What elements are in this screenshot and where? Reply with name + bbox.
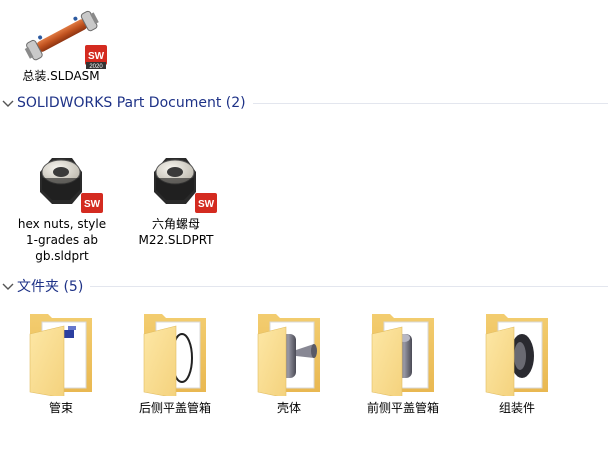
folder-shell-icon	[256, 308, 322, 399]
file-label: 六角螺母 M22.SLDPRT	[138, 217, 214, 247]
folder-item[interactable]: 壳体	[242, 302, 336, 420]
chevron-down-icon	[2, 100, 14, 107]
file-label: 总装.SLDASM	[22, 69, 100, 83]
folder-label: 壳体	[276, 401, 301, 415]
folder-item[interactable]: 组装件	[470, 302, 564, 420]
group-header-part-documents[interactable]: SOLIDWORKS Part Document (2)	[0, 92, 608, 114]
group-divider	[90, 285, 608, 287]
solidworks-badge-icon: SW	[194, 192, 218, 214]
folder-item[interactable]: 管束	[14, 302, 108, 420]
folder-tube-bundle-icon	[28, 308, 94, 399]
chevron-down-icon	[2, 283, 14, 290]
group-title: 文件夹 (5)	[17, 279, 84, 295]
assembly-pipe-icon: SW 2020	[22, 6, 107, 70]
svg-text:SW: SW	[84, 199, 101, 210]
svg-text:SW: SW	[88, 51, 105, 62]
file-item-part[interactable]: SW 六角螺母 M22.SLDPRT	[128, 148, 224, 266]
folder-front-channel-icon	[370, 308, 436, 399]
folder-item[interactable]: 后侧平盖管箱	[128, 302, 222, 420]
folder-rear-channel-icon	[142, 308, 208, 399]
folder-label: 管束	[48, 401, 73, 415]
folder-assembly-icon	[484, 308, 550, 399]
file-label: hex nuts, style 1-grades ab gb.sldprt	[17, 217, 107, 263]
file-item-assembly[interactable]: SW 2020 总装.SLDASM	[14, 2, 107, 84]
hex-nut-icon: SW	[146, 154, 226, 216]
solidworks-badge-icon: SW	[80, 192, 104, 214]
solidworks-badge-icon: SW 2020	[84, 44, 108, 70]
folder-label: 组装件	[498, 401, 535, 415]
svg-text:SW: SW	[198, 199, 215, 210]
group-header-folders[interactable]: 文件夹 (5)	[0, 275, 608, 297]
folder-label: 前侧平盖管箱	[366, 401, 439, 415]
hex-nut-icon: SW	[32, 154, 112, 216]
group-divider	[252, 102, 608, 104]
group-title: SOLIDWORKS Part Document (2)	[17, 95, 246, 111]
file-item-part[interactable]: SW hex nuts, style 1-grades ab gb.sldprt	[14, 148, 110, 266]
folder-item[interactable]: 前侧平盖管箱	[356, 302, 450, 420]
folder-label: 后侧平盖管箱	[138, 401, 211, 415]
